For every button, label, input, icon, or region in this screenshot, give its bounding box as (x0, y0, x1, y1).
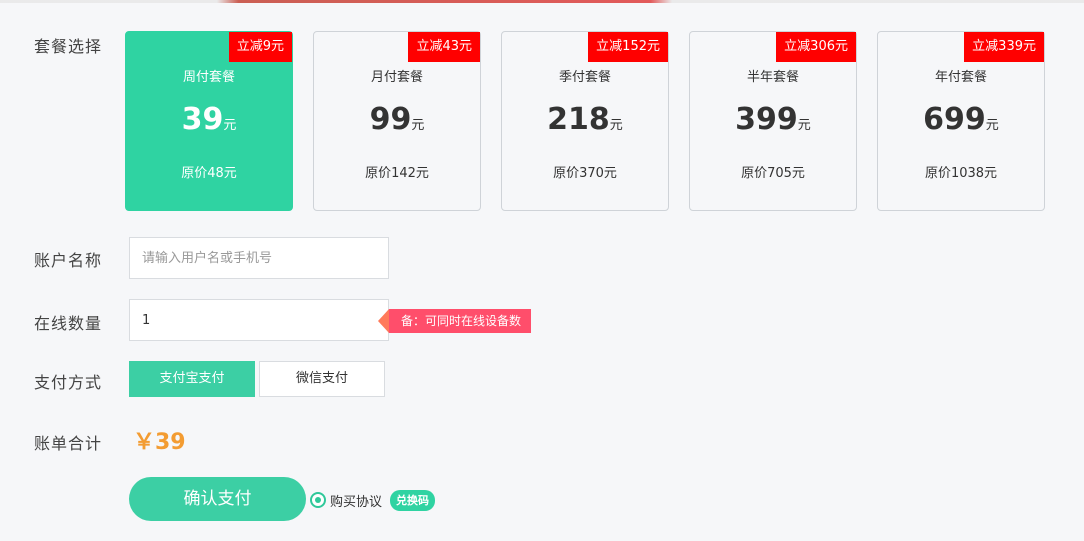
top-accent-line (0, 0, 1084, 3)
checkout-page: 套餐选择 立减9元 周付套餐 39元 原价48元 立减43元 月付套餐 99元 … (0, 0, 1084, 541)
plan-price: 399元 (690, 102, 856, 137)
online-label: 在线数量 (34, 314, 103, 333)
plan-price: 99元 (314, 102, 480, 137)
plan-price-value: 399 (735, 102, 798, 137)
plan-original-price: 原价142元 (365, 166, 429, 181)
plan-price-unit: 元 (609, 118, 623, 133)
plan-card-monthly[interactable]: 立减43元 月付套餐 99元 原价142元 (313, 31, 481, 211)
plan-discount-badge: 立减152元 (588, 32, 668, 62)
plan-price-unit: 元 (411, 118, 425, 133)
plan-price-value: 218 (547, 102, 610, 137)
plan-name: 年付套餐 (934, 70, 987, 85)
plan-price: 699元 (878, 102, 1044, 137)
plan-original-price: 原价1038元 (924, 166, 998, 181)
plan-card-halfyear[interactable]: 立减306元 半年套餐 399元 原价705元 (689, 31, 857, 211)
account-label: 账户名称 (34, 251, 103, 270)
plan-discount-badge: 立减306元 (776, 32, 856, 62)
plan-name: 季付套餐 (558, 70, 611, 85)
plan-original-price: 原价48元 (181, 166, 237, 181)
payment-label: 支付方式 (34, 373, 103, 392)
plan-card-weekly[interactable]: 立减9元 周付套餐 39元 原价48元 (125, 31, 293, 211)
agreement-radio-icon[interactable] (310, 492, 326, 508)
total-label: 账单合计 (34, 434, 103, 453)
plan-original-price: 原价705元 (741, 166, 805, 181)
account-input[interactable] (129, 237, 389, 279)
plan-original-price: 原价370元 (553, 166, 617, 181)
plan-discount-badge: 立减9元 (228, 32, 292, 62)
plan-price: 218元 (502, 102, 668, 137)
plan-discount-badge: 立减43元 (408, 32, 480, 62)
plan-price-unit: 元 (223, 118, 237, 133)
agreement-link[interactable]: 购买协议 (330, 491, 382, 510)
alipay-button[interactable]: 支付宝支付 (129, 361, 255, 397)
plan-price-value: 99 (369, 102, 412, 137)
confirm-pay-button[interactable]: 确认支付 (129, 477, 306, 521)
online-count-input[interactable] (129, 299, 389, 341)
plan-price-value: 39 (181, 102, 224, 137)
plan-card-yearly[interactable]: 立减339元 年付套餐 699元 原价1038元 (877, 31, 1045, 211)
plan-price-unit: 元 (797, 118, 811, 133)
wechat-pay-button[interactable]: 微信支付 (259, 361, 385, 397)
plan-label: 套餐选择 (34, 37, 103, 56)
redeem-code-button[interactable]: 兑换码 (390, 490, 435, 511)
plan-price-unit: 元 (985, 118, 999, 133)
plan-name: 半年套餐 (746, 70, 799, 85)
plan-price-value: 699 (923, 102, 986, 137)
plan-name: 周付套餐 (182, 70, 235, 85)
plan-name: 月付套餐 (370, 70, 423, 85)
online-hint-tooltip: 备：可同时在线设备数 (377, 309, 532, 333)
plan-card-quarterly[interactable]: 立减152元 季付套餐 218元 原价370元 (501, 31, 669, 211)
plan-discount-badge: 立减339元 (964, 32, 1044, 62)
plan-price: 39元 (126, 102, 292, 137)
total-amount: ￥39 (133, 430, 186, 455)
